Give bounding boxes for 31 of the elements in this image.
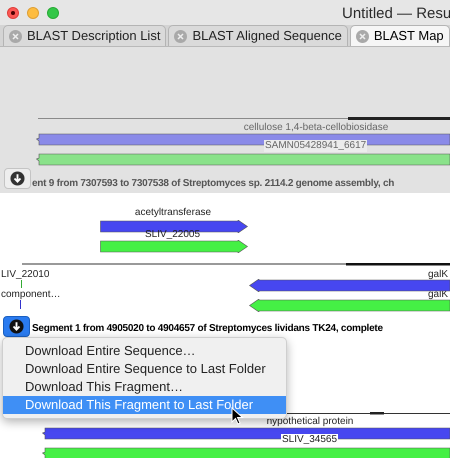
window-title: Untitled — Resu	[342, 4, 450, 24]
tab[interactable]: BLAST Aligned Sequence	[168, 25, 348, 46]
gene-label: galK	[428, 288, 448, 302]
close-tab-icon[interactable]	[9, 30, 22, 42]
maximize-window-icon[interactable]	[47, 6, 59, 18]
protein-label: acetyltransferase	[134, 206, 212, 220]
protein-label: cellulose 1,4-beta-cellobiosidase	[242, 121, 390, 135]
segment-caption: Segment 1 from 4905020 to 4904657 of Streptomyces lividans TK24, complete	[32, 322, 383, 336]
close-tab-icon[interactable]	[174, 30, 188, 42]
download-icon	[9, 319, 24, 334]
close-tab-icon[interactable]	[356, 30, 369, 42]
gene-label: LIV_22010	[1, 268, 50, 282]
download-button[interactable]	[4, 168, 31, 189]
tick-mark	[20, 280, 23, 288]
menu-item[interactable]: Download Entire Sequence to Last Folder	[3, 360, 286, 378]
gene-label: SLIV_34565	[281, 434, 338, 446]
protein-label: hypothetical protein	[266, 415, 354, 429]
tab[interactable]: BLAST Map	[350, 25, 450, 46]
tab[interactable]: BLAST Description List	[3, 25, 166, 46]
tick-mark	[19, 300, 22, 309]
gene-label: component…	[1, 288, 60, 302]
gene-label: SLIV_22005	[145, 230, 200, 240]
menu-item[interactable]: Download This Fragment…	[3, 378, 286, 396]
gene-label: galK	[428, 268, 448, 282]
close-window-icon[interactable]	[7, 6, 19, 18]
download-button[interactable]	[3, 316, 30, 337]
menu-item[interactable]: Download Entire Sequence…	[3, 342, 286, 360]
gene-label: SAMN05428941_6617	[264, 140, 368, 152]
segment-caption: ent 9 from 7307593 to 7307538 of Streptomyces sp. 2114.2 genome assembly, ch	[32, 177, 394, 191]
minimize-window-icon[interactable]	[27, 6, 39, 18]
download-icon	[10, 171, 25, 186]
